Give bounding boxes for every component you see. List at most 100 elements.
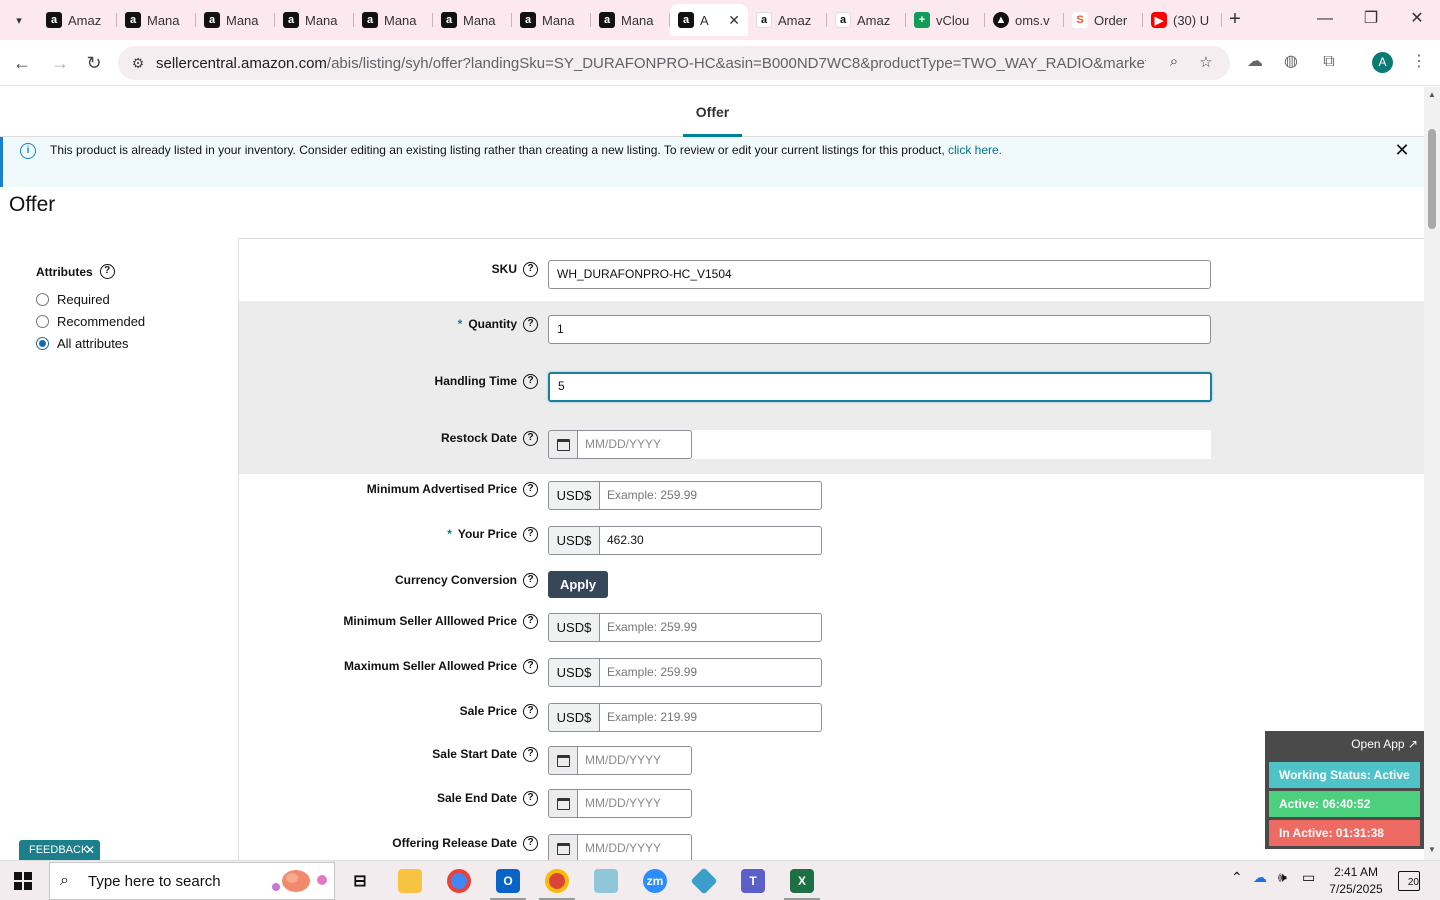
network-icon[interactable]: ▭ bbox=[1302, 869, 1315, 886]
chrome-icon[interactable] bbox=[447, 869, 471, 893]
help-icon[interactable]: ? bbox=[523, 614, 538, 629]
browser-tab[interactable]: a Mana bbox=[117, 4, 196, 36]
help-icon[interactable]: ? bbox=[523, 262, 538, 277]
browser-tab[interactable]: ▲ oms.v bbox=[985, 4, 1064, 36]
browser-tab[interactable]: a Mana bbox=[512, 4, 591, 36]
app-icon[interactable] bbox=[594, 869, 618, 893]
tab-close-icon[interactable]: ✕ bbox=[728, 12, 740, 29]
sale-start-date-input[interactable]: MM/DD/YYYY bbox=[577, 746, 692, 775]
min-seller-price-input[interactable]: Example: 259.99 bbox=[599, 613, 822, 642]
radio-button[interactable] bbox=[36, 337, 49, 350]
taskbar-clock[interactable]: 2:41 AM 7/25/2025 bbox=[1326, 864, 1386, 898]
file-explorer-icon[interactable] bbox=[398, 869, 422, 893]
feedback-close-icon[interactable]: ✕ bbox=[85, 840, 95, 860]
restore-icon[interactable]: ❐ bbox=[1356, 8, 1386, 32]
browser-tab[interactable]: a Mana bbox=[591, 4, 670, 36]
sale-end-date-input[interactable]: MM/DD/YYYY bbox=[577, 789, 692, 818]
browser-tab[interactable]: a Amaz bbox=[38, 4, 117, 36]
back-arrow-icon[interactable]: ← bbox=[10, 51, 34, 75]
alert-close-icon[interactable]: ✕ bbox=[1393, 141, 1411, 159]
help-icon[interactable]: ? bbox=[523, 527, 538, 542]
your-price-input[interactable]: 462.30 bbox=[599, 526, 822, 555]
max-seller-price-input[interactable]: Example: 259.99 bbox=[599, 658, 822, 687]
chrome-profile-icon[interactable] bbox=[545, 869, 569, 893]
apply-button[interactable]: Apply bbox=[548, 571, 608, 598]
profile-avatar[interactable]: A bbox=[1372, 52, 1393, 73]
calendar-icon[interactable] bbox=[548, 430, 577, 459]
onedrive-cloud-icon[interactable]: ☁ bbox=[1253, 869, 1267, 886]
new-tab-plus-icon[interactable]: + bbox=[1224, 8, 1246, 32]
zoom-icon[interactable]: zm bbox=[643, 869, 667, 893]
search-highlight-brain-icon[interactable] bbox=[268, 867, 330, 897]
minimize-icon[interactable]: — bbox=[1310, 8, 1340, 32]
sale-price-input[interactable]: Example: 219.99 bbox=[599, 703, 822, 732]
extension-cloud-icon[interactable]: ☁ bbox=[1244, 51, 1266, 73]
address-bar[interactable]: ⚙ sellercentral.amazon.com/abis/listing/… bbox=[118, 46, 1230, 80]
teams-icon[interactable]: T bbox=[741, 869, 765, 893]
handling-time-input[interactable]: 5 bbox=[548, 372, 1212, 402]
scroll-down-arrow-icon[interactable]: ▼ bbox=[1427, 845, 1437, 855]
calendar-icon[interactable] bbox=[548, 746, 577, 775]
forward-arrow-icon[interactable]: → bbox=[48, 51, 72, 75]
tab-search-chevron-icon[interactable]: ▾ bbox=[8, 10, 30, 30]
browser-menu-icon[interactable]: ⋮ bbox=[1408, 51, 1430, 73]
help-icon[interactable]: ? bbox=[523, 317, 538, 332]
offering-release-date-input[interactable]: MM/DD/YYYY bbox=[577, 834, 692, 860]
help-icon[interactable]: ? bbox=[523, 659, 538, 674]
scroll-thumb[interactable] bbox=[1428, 129, 1436, 229]
tab-offer[interactable]: Offer bbox=[683, 87, 742, 137]
radio-recommended[interactable]: Recommended bbox=[36, 314, 216, 329]
browser-tab[interactable]: a Amaz bbox=[748, 4, 827, 36]
excel-icon[interactable]: X bbox=[790, 869, 814, 893]
notification-icon[interactable]: 20 bbox=[1398, 871, 1420, 891]
radio-all-attributes[interactable]: All attributes bbox=[36, 336, 216, 351]
radio-button[interactable] bbox=[36, 293, 49, 306]
feedback-button[interactable]: FEEDBACK ✕ bbox=[19, 840, 100, 860]
browser-tab[interactable]: + vClou bbox=[906, 4, 985, 36]
windows-start-icon[interactable] bbox=[14, 872, 32, 890]
chevron-up-icon[interactable]: ⌃ bbox=[1231, 869, 1243, 886]
browser-tab[interactable]: a Mana bbox=[433, 4, 512, 36]
browser-tab[interactable]: a Mana bbox=[354, 4, 433, 36]
help-icon[interactable]: ? bbox=[523, 704, 538, 719]
radio-button[interactable] bbox=[36, 315, 49, 328]
help-icon[interactable]: ? bbox=[523, 747, 538, 762]
help-icon[interactable]: ? bbox=[523, 791, 538, 806]
min-advertised-price-input[interactable]: Example: 259.99 bbox=[599, 481, 822, 510]
help-icon[interactable]: ? bbox=[523, 482, 538, 497]
help-icon[interactable]: ? bbox=[523, 836, 538, 851]
extension-globe-icon[interactable]: ◍ bbox=[1280, 51, 1302, 73]
browser-tab[interactable]: ▶ (30) U bbox=[1143, 4, 1222, 36]
browser-tab[interactable]: a Mana bbox=[275, 4, 354, 36]
bookmark-star-icon[interactable]: ☆ bbox=[1196, 53, 1216, 73]
app-diamond-icon[interactable] bbox=[690, 867, 718, 895]
scroll-up-arrow-icon[interactable]: ▲ bbox=[1427, 90, 1437, 100]
restock-date-input[interactable]: MM/DD/YYYY bbox=[577, 430, 692, 459]
calendar-icon[interactable] bbox=[548, 834, 577, 860]
quantity-input[interactable]: 1 bbox=[548, 315, 1211, 344]
close-window-icon[interactable]: ✕ bbox=[1402, 8, 1432, 32]
help-icon[interactable]: ? bbox=[523, 431, 538, 446]
page-scrollbar[interactable]: ▲ ▼ bbox=[1424, 87, 1440, 860]
help-icon[interactable]: ? bbox=[99, 264, 115, 279]
calendar-icon[interactable] bbox=[548, 789, 577, 818]
browser-tab[interactable]: a A ✕ bbox=[670, 4, 748, 36]
help-icon[interactable]: ? bbox=[523, 374, 538, 389]
zoom-magnifier-icon[interactable]: ⌕ bbox=[1164, 53, 1184, 73]
url-text[interactable]: sellercentral.amazon.com/abis/listing/sy… bbox=[156, 55, 1146, 72]
open-app-link[interactable]: Open App ↗ bbox=[1351, 737, 1418, 751]
extensions-puzzle-icon[interactable]: ⧉ bbox=[1318, 51, 1340, 73]
browser-tab[interactable]: a Mana bbox=[196, 4, 275, 36]
reload-icon[interactable]: ↻ bbox=[82, 51, 106, 75]
speaker-icon[interactable]: 🕪 bbox=[1278, 869, 1287, 886]
sku-input[interactable]: WH_DURAFONPRO-HC_V1504 bbox=[548, 260, 1211, 289]
browser-tab[interactable]: a Amaz bbox=[827, 4, 906, 36]
site-settings-icon[interactable]: ⚙ bbox=[128, 53, 148, 73]
taskbar-search[interactable]: ⌕ Type here to search bbox=[49, 862, 335, 900]
browser-tab[interactable]: S Order bbox=[1064, 4, 1143, 36]
help-icon[interactable]: ? bbox=[523, 573, 538, 588]
radio-required[interactable]: Required bbox=[36, 292, 216, 307]
click-here-link[interactable]: click here. bbox=[948, 143, 1002, 157]
task-view-icon[interactable]: ⊟ bbox=[348, 869, 372, 893]
outlook-icon[interactable]: O bbox=[496, 869, 520, 893]
